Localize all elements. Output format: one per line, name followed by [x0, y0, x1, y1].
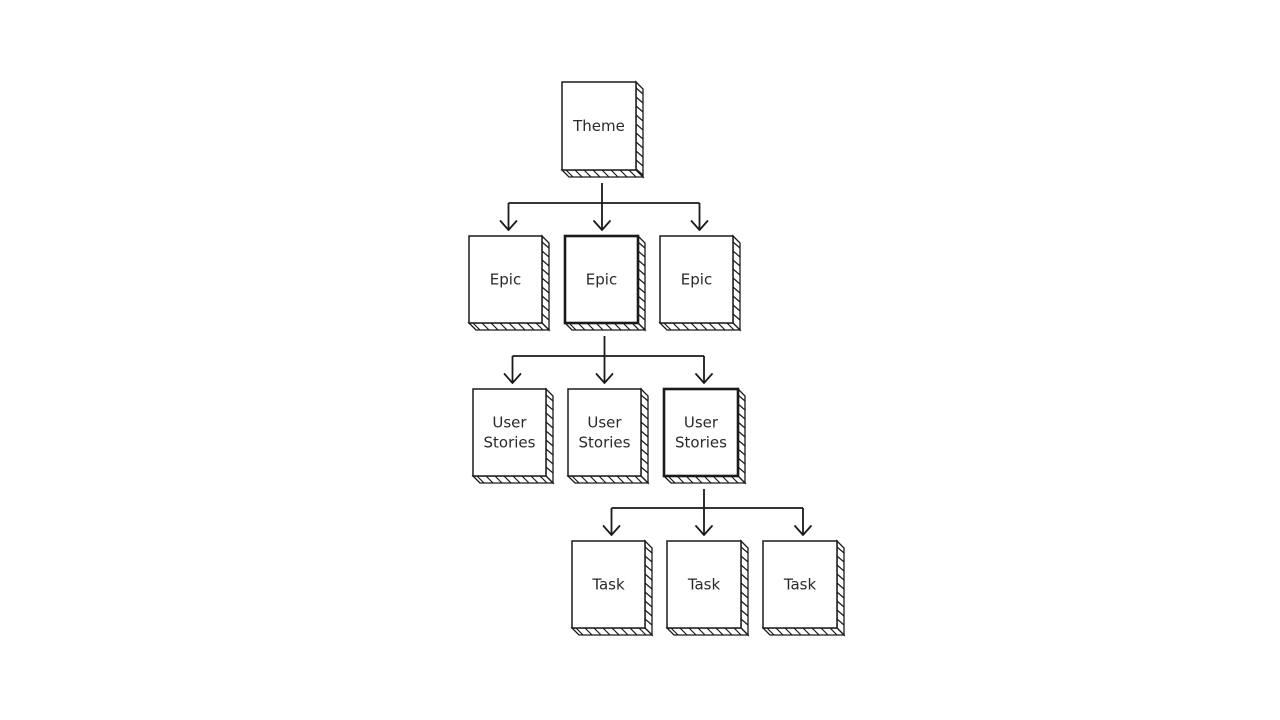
- node-label: Epic: [681, 271, 712, 289]
- node-label: User: [587, 414, 622, 432]
- connector-epic-2: [503, 336, 713, 384]
- node-label: Task: [783, 576, 817, 594]
- node-label: Theme: [572, 117, 625, 135]
- node-story-2[interactable]: User Stories: [566, 387, 650, 485]
- connector-story-3: [602, 489, 812, 536]
- node-label: User: [492, 414, 527, 432]
- node-task-2[interactable]: Task: [665, 539, 750, 637]
- connector-theme: [499, 183, 709, 231]
- node-label: Stories: [484, 434, 536, 452]
- nodes: ThemeEpic Epic EpicUserStoriesUserStoriesU…: [467, 80, 846, 637]
- node-label: Epic: [586, 271, 617, 289]
- node-task-1[interactable]: Task: [570, 539, 654, 637]
- node-label: Task: [591, 576, 625, 594]
- node-task-3[interactable]: Task: [761, 539, 846, 637]
- node-label: Task: [687, 576, 721, 594]
- node-label: User: [684, 414, 719, 432]
- node-epic-1[interactable]: Epic: [467, 234, 551, 332]
- node-theme[interactable]: Theme: [560, 80, 645, 179]
- node-story-3[interactable]: User Stories: [662, 387, 747, 485]
- box-front: [472, 388, 547, 477]
- box-front: [662, 387, 740, 478]
- node-label: Stories: [675, 434, 727, 452]
- box-front: [567, 388, 642, 477]
- node-label: Epic: [490, 271, 521, 289]
- node-story-1[interactable]: User Stories: [471, 387, 555, 485]
- node-label: Stories: [579, 434, 631, 452]
- node-epic-3[interactable]: Epic: [658, 234, 742, 332]
- hierarchy-diagram: ThemeEpic Epic EpicUserStoriesUserStoriesU…: [467, 80, 846, 637]
- node-epic-2[interactable]: Epic: [563, 234, 647, 332]
